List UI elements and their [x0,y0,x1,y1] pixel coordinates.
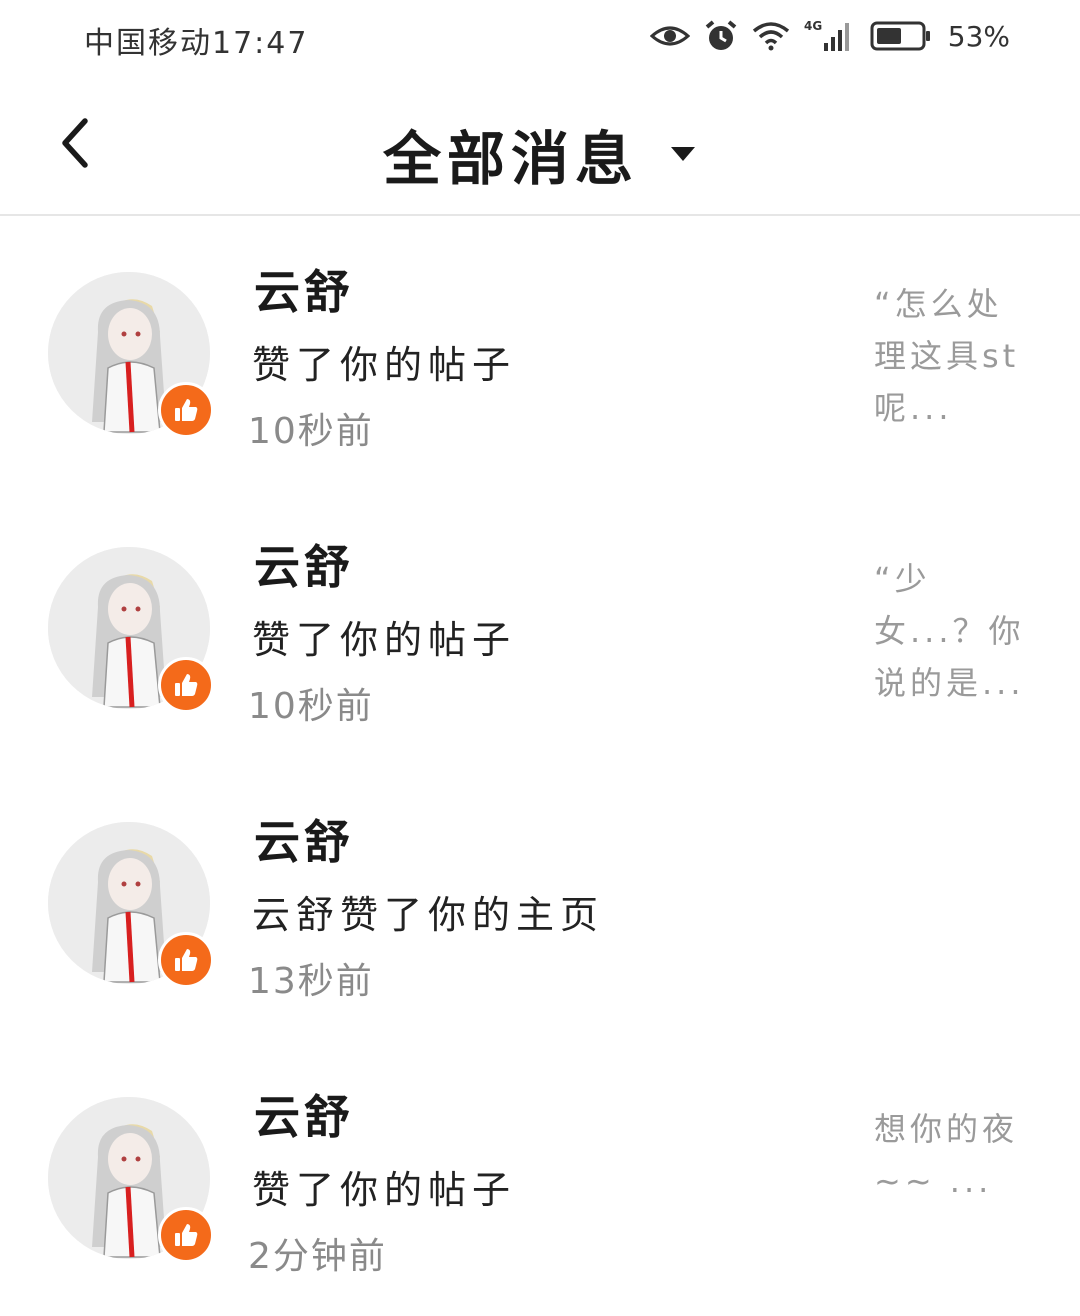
wifi-icon [752,21,790,51]
post-preview[interactable]: “怎么处理这具st呢... [874,278,1034,434]
thumbs-up-icon [175,949,198,971]
notification-item[interactable]: 云舒 赞了你的帖子 10秒前 “怎么处理这具st呢... [0,216,1080,491]
notification-time: 10秒前 [248,411,374,452]
eye-icon [649,22,690,50]
like-badge [158,1207,214,1263]
notification-action: 赞了你的帖子 [252,618,517,662]
like-badge [158,932,214,988]
notification-action: 赞了你的帖子 [252,343,517,387]
battery-icon [870,20,932,52]
notification-action: 赞了你的帖子 [252,1168,517,1212]
notification-time: 13秒前 [248,961,374,1002]
status-carrier-time: 中国移动17:47 [84,18,308,62]
signal-icon: 4G [804,19,856,53]
username[interactable]: 云舒 [254,531,354,597]
post-preview[interactable]: 想你的夜~~ ... [874,1103,1034,1207]
like-badge [158,382,214,438]
thumbs-up-icon [175,1224,198,1246]
network-type-label: 4G [804,19,822,33]
carrier-label: 中国移动 [84,26,212,61]
username[interactable]: 云舒 [254,256,354,322]
like-badge [158,657,214,713]
message-filter-dropdown[interactable]: 全部消息 [0,112,1080,196]
alarm-icon [704,19,738,53]
notification-action: 云舒赞了你的主页 [252,893,605,937]
status-icons: 4G 53% [649,14,1010,58]
notification-item[interactable]: 云舒 赞了你的帖子 2分钟前 想你的夜~~ ... [0,1041,1080,1316]
post-preview[interactable]: “少女...？你说的是... [874,553,1034,709]
notification-list: 云舒 赞了你的帖子 10秒前 “怎么处理这具st呢... 云舒 赞了你的帖子 1… [0,216,1080,1316]
notification-item[interactable]: 云舒 云舒赞了你的主页 13秒前 [0,766,1080,1041]
page-title: 全部消息 [382,125,639,193]
username[interactable]: 云舒 [254,806,354,872]
notification-item[interactable]: 云舒 赞了你的帖子 10秒前 “少女...？你说的是... [0,491,1080,766]
notification-time: 10秒前 [248,686,374,727]
notification-time: 2分钟前 [248,1236,387,1277]
app-header: 全部消息 [0,76,1080,216]
status-bar: 中国移动17:47 4G 53% [0,0,1080,76]
username[interactable]: 云舒 [254,1081,354,1147]
thumbs-up-icon [175,674,198,696]
thumbs-up-icon [175,399,198,421]
caret-down-icon [669,145,697,163]
battery-percent: 53% [947,19,1010,53]
clock-label: 17:47 [212,26,309,61]
